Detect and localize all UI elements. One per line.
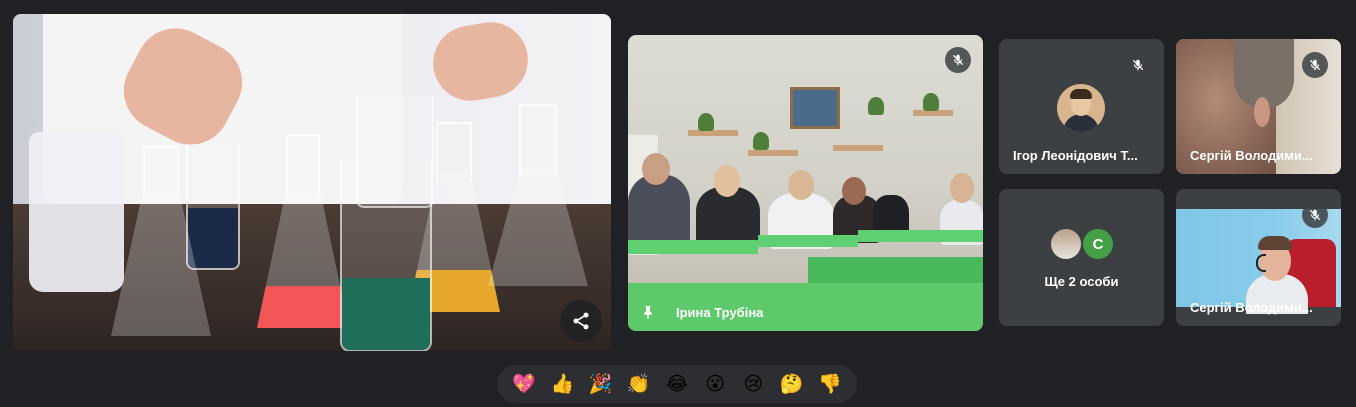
participant-name: Сергій Володими...	[1190, 148, 1313, 163]
desk	[758, 235, 858, 247]
more-participants-tile[interactable]: С Ще 2 особи	[999, 189, 1164, 326]
avatar	[1051, 229, 1081, 259]
plant	[753, 132, 769, 150]
participant-tile-classroom[interactable]: Ірина Трубіна	[628, 35, 983, 331]
presentation-video-tile[interactable]	[13, 14, 611, 351]
student-head	[788, 170, 814, 200]
participant-tile-igor[interactable]: Ігор Леонідович Т...	[999, 39, 1164, 174]
desk	[858, 230, 983, 242]
plant	[923, 93, 939, 111]
reactions-bar: 💖 👍 🎉 👏 😂 😮 😢 🤔 👎	[497, 365, 857, 403]
more-participants-label: Ще 2 особи	[1044, 274, 1119, 289]
reaction-tears-of-joy[interactable]: 😂	[662, 369, 692, 399]
mic-off-indicator	[945, 47, 971, 73]
participant-tile-serhiy-top[interactable]: Сергій Володими...	[1176, 39, 1341, 174]
shelf	[833, 145, 883, 151]
reaction-sad[interactable]: 😢	[738, 369, 768, 399]
student-head	[642, 153, 670, 185]
reaction-thumbs-down[interactable]: 👎	[815, 369, 845, 399]
participant-video-ear	[1254, 97, 1270, 127]
avatar-letter: С	[1083, 229, 1113, 259]
shelf	[688, 130, 738, 136]
shelf	[748, 150, 798, 156]
plastic-jug	[29, 132, 124, 292]
clear-flask-right	[488, 104, 588, 286]
mic-off-indicator	[1125, 52, 1151, 78]
reaction-thinking[interactable]: 🤔	[777, 369, 807, 399]
participant-name: Сергій Володими...	[1190, 300, 1313, 315]
avatar	[1057, 84, 1105, 132]
reaction-party-popper[interactable]: 🎉	[586, 369, 616, 399]
share-button[interactable]	[560, 300, 602, 342]
participant-tile-serhiy-bottom[interactable]: Сергій Володими...	[1176, 189, 1341, 326]
mic-off-icon	[952, 54, 964, 66]
participant-name: Ірина Трубіна	[676, 305, 764, 320]
reaction-surprised[interactable]: 😮	[700, 369, 730, 399]
empty-flask	[111, 146, 211, 336]
mic-off-indicator	[1302, 52, 1328, 78]
mic-off-icon	[1132, 59, 1144, 71]
plant	[698, 113, 714, 131]
reaction-clapping-hands[interactable]: 👏	[624, 369, 654, 399]
reaction-sparkling-heart[interactable]: 💖	[509, 369, 539, 399]
student-head	[842, 177, 866, 205]
mic-off-indicator	[1302, 202, 1328, 228]
share-icon	[573, 312, 589, 330]
student-head	[950, 173, 974, 203]
plant	[868, 97, 884, 115]
mic-off-icon	[1309, 209, 1321, 221]
mic-off-icon	[1309, 59, 1321, 71]
reaction-thumbs-up[interactable]: 👍	[547, 369, 577, 399]
green-beaker	[340, 160, 432, 351]
desk	[628, 240, 758, 254]
red-flask	[257, 134, 349, 328]
participant-name: Ігор Леонідович Т...	[1013, 148, 1138, 163]
wall-picture	[790, 87, 840, 129]
student	[628, 175, 690, 245]
student-head	[714, 165, 740, 197]
